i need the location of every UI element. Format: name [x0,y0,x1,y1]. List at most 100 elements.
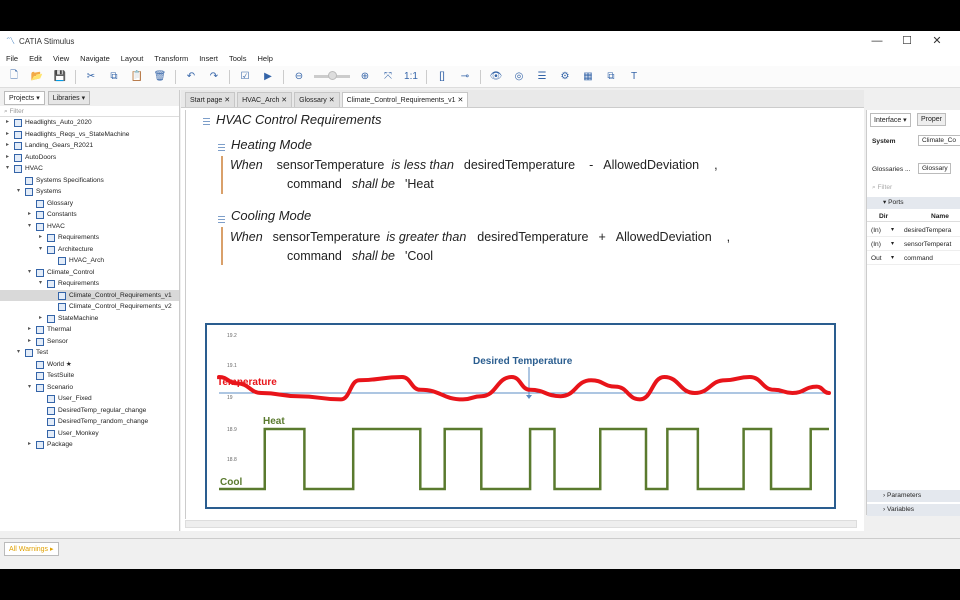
new-file-icon[interactable]: 🗋 [6,69,22,85]
table-icon[interactable]: ▦ [580,69,596,85]
paste-icon[interactable]: 📋 [129,69,145,85]
settings-icon[interactable]: ⚙ [557,69,573,85]
tree-item[interactable]: Climate_Control_Requirements_v1 [0,289,179,301]
tree-item[interactable]: ▸ Headlights_Reqs_vs_StateMachine [0,129,179,141]
tree-item[interactable]: ▾ Test [0,347,179,359]
chevron-right-icon[interactable]: ▸ [6,129,12,141]
layout-icon[interactable]: [] [434,69,450,85]
ports-section[interactable]: ▾ Ports [867,197,960,209]
tree-item[interactable]: ▸ AutoDoors [0,152,179,164]
minimize-button[interactable]: — [862,31,892,51]
undo-icon[interactable]: ↶ [183,69,199,85]
chevron-down-icon[interactable]: ▾ [39,244,45,256]
zoom-out-icon[interactable]: ⊖ [291,69,307,85]
dropdown-icon[interactable]: ▾ [891,226,894,233]
eye-icon[interactable]: 👁 [488,69,504,85]
editor-tab[interactable]: Glossary ✕ [294,92,340,107]
chevron-right-icon[interactable]: ▸ [6,117,12,129]
tree-item[interactable]: ▸ Thermal [0,324,179,336]
chevron-down-icon[interactable]: ▾ [17,186,23,198]
tree-item[interactable]: ▸ Requirements [0,232,179,244]
delete-icon[interactable]: 🗑 [152,69,168,85]
zoom-slider[interactable] [314,71,350,80]
cooling-condition[interactable]: When sensorTemperature is greater than desi… [230,230,740,244]
chevron-down-icon[interactable]: ▾ [28,382,34,394]
dropdown-icon[interactable]: ▾ [891,254,894,261]
tab-properties[interactable]: Proper [917,113,947,126]
tree-item[interactable]: ▸ StateMachine [0,313,179,325]
cooling-action[interactable]: command shall be 'Cool [287,249,443,263]
ports-filter-input[interactable]: ⌕ Filter [872,184,892,192]
chevron-right-icon[interactable]: ▸ [6,140,12,152]
one-to-one-icon[interactable]: 1:1 [403,69,419,85]
port-row[interactable]: (In) ▾ sensorTemperat [867,238,960,251]
maximize-button[interactable]: ☐ [892,31,922,51]
port-row[interactable]: Out ▾ command [867,252,960,265]
list-icon[interactable]: ☰ [534,69,550,85]
target-icon[interactable]: ◎ [511,69,527,85]
dropdown-icon[interactable]: ▾ [891,240,894,247]
chevron-right-icon[interactable]: ▸ [39,232,45,244]
redo-icon[interactable]: ↷ [206,69,222,85]
menu-file[interactable]: File [6,54,18,63]
heating-action[interactable]: command shall be 'Heat [287,177,444,191]
editor-tab[interactable]: Start page ✕ [185,92,236,107]
tree-item[interactable]: ▾ Systems [0,186,179,198]
tree-item[interactable]: ▾ Scenario [0,382,179,394]
copy-icon[interactable]: ⧉ [106,69,122,85]
tree-item[interactable]: ▸ Headlights_Auto_2020 [0,117,179,129]
chevron-right-icon[interactable]: ▸ [6,152,12,164]
horizontal-scrollbar[interactable] [185,520,857,528]
save-icon[interactable]: 💾 [52,69,68,85]
parameters-section[interactable]: › Parameters [867,490,960,502]
explorer-filter-input[interactable]: ⌕ Filter [0,106,179,117]
chevron-right-icon[interactable]: ▸ [28,209,34,221]
chevron-right-icon[interactable]: ▸ [28,336,34,348]
tree-item[interactable]: ▾ Requirements [0,278,179,290]
variables-section[interactable]: › Variables [867,504,960,516]
tree-item[interactable]: ▸ Constants [0,209,179,221]
tree-item[interactable]: ▸ Landing_Gears_R2021 [0,140,179,152]
tab-interface[interactable]: Interface ▾ [870,113,911,127]
tree-item[interactable]: World ★ [0,359,179,371]
text-icon[interactable]: T [626,69,642,85]
menu-navigate[interactable]: Navigate [80,54,110,63]
tree-item[interactable]: Systems Specifications [0,175,179,187]
tree-item[interactable]: User_Fixed [0,393,179,405]
editor-tab[interactable]: Climate_Control_Requirements_v1 ✕ [341,92,469,107]
menu-transform[interactable]: Transform [154,54,188,63]
zoom-slider-thumb[interactable] [328,71,337,80]
tree-item[interactable]: DesiredTemp_random_change [0,416,179,428]
cut-icon[interactable]: ✂ [83,69,99,85]
chevron-down-icon[interactable]: ▾ [6,163,12,175]
check-icon[interactable]: ☑ [237,69,253,85]
chevron-right-icon[interactable]: ▸ [28,324,34,336]
tab-projects[interactable]: Projects ▾ [4,91,45,105]
chevron-right-icon[interactable]: ▸ [39,313,45,325]
cooling-mode-heading[interactable]: Cooling Mode [231,208,311,223]
tree-item[interactable]: ▾ HVAC [0,221,179,233]
chevron-down-icon[interactable]: ▾ [17,347,23,359]
fit-icon[interactable]: ⤧ [380,69,396,85]
tree-item[interactable]: ▸ Sensor [0,336,179,348]
tree-item[interactable]: HVAC_Arch [0,255,179,267]
heating-condition[interactable]: When sensorTemperature is less than desired… [230,158,728,172]
open-icon[interactable]: 📂 [29,69,45,85]
close-button[interactable]: ✕ [922,31,952,51]
heating-mode-heading[interactable]: Heating Mode [231,137,312,152]
menu-edit[interactable]: Edit [29,54,42,63]
menu-insert[interactable]: Insert [199,54,218,63]
port-row[interactable]: (In) ▾ desiredTempera [867,224,960,237]
chevron-down-icon[interactable]: ▾ [28,221,34,233]
zoom-in-icon[interactable]: ⊕ [357,69,373,85]
glossary-field[interactable]: Glossary [918,163,951,174]
tree-item[interactable]: User_Monkey [0,428,179,440]
link-icon[interactable]: ⊸ [457,69,473,85]
window-icon[interactable]: ⧉ [603,69,619,85]
tree-item[interactable]: ▾ Architecture [0,244,179,256]
tree-item[interactable]: Glossary [0,198,179,210]
tree-item[interactable]: ▾ Climate_Control [0,267,179,279]
menu-layout[interactable]: Layout [121,54,144,63]
chevron-right-icon[interactable]: ▸ [28,439,34,451]
tree-item[interactable]: DesiredTemp_regular_change [0,405,179,417]
